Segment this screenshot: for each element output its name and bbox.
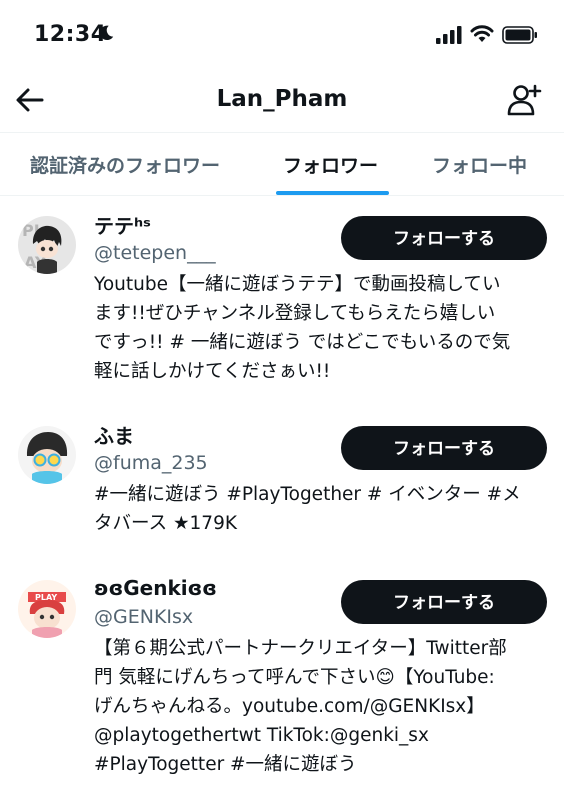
status-time: 12:34 bbox=[34, 22, 107, 47]
moon-icon bbox=[99, 25, 114, 41]
status-bar: 12:34 bbox=[0, 0, 564, 70]
bio-line: 軽に話しかけてくださぁい!! bbox=[94, 361, 331, 382]
avatar[interactable] bbox=[18, 426, 76, 484]
follow-button[interactable]: フォローする bbox=[341, 216, 547, 260]
user-handle: @GENKIsx bbox=[94, 606, 194, 628]
follower-tabs: 認証済みのフォロワー フォロワー フォロー中 bbox=[0, 132, 564, 196]
tab-verified-followers[interactable]: 認証済みのフォロワー bbox=[30, 151, 220, 178]
active-tab-indicator bbox=[276, 191, 389, 195]
bio-line: 門 気軽にげんちって呼んで下さい😊【YouTube: bbox=[94, 667, 495, 688]
bio-line: #一緒に遊ぼう #PlayTogether # イベンター #メ bbox=[94, 484, 521, 505]
bio-line: タバース ★179K bbox=[94, 513, 237, 534]
top-navigation: Lan_Pham bbox=[0, 70, 564, 132]
page-title: Lan_Pham bbox=[216, 86, 348, 112]
user-bio: #一緒に遊ぼう #PlayTogether # イベンター #メ タバース ★1… bbox=[94, 480, 546, 538]
battery-icon bbox=[502, 26, 537, 44]
user-bio: Youtube【一緒に遊ぼうテテ】で動画投稿してい ます!!ぜひチャンネル登録し… bbox=[94, 270, 546, 386]
tab-following[interactable]: フォロー中 bbox=[432, 151, 527, 178]
bio-line: @playtogethertwt TikTok:@genki_sx bbox=[94, 725, 429, 746]
bio-line: ます!!ぜひチャンネル登録してもらえたら嬉しい bbox=[94, 303, 496, 324]
user-bio: 【第６期公式パートナークリエイター】Twitter部 門 気軽にげんちって呼んで… bbox=[94, 634, 546, 779]
user-display-name[interactable]: テテʰˢ bbox=[94, 210, 151, 239]
add-user-icon[interactable] bbox=[506, 82, 542, 118]
follow-button[interactable]: フォローする bbox=[341, 580, 547, 624]
user-handle: @tetepen___ bbox=[94, 242, 216, 264]
bio-line: 【第６期公式パートナークリエイター】Twitter部 bbox=[94, 638, 507, 659]
user-handle: @fuma_235 bbox=[94, 452, 208, 474]
wifi-icon bbox=[470, 25, 494, 42]
user-display-name[interactable]: ふま bbox=[94, 420, 134, 449]
follow-button[interactable]: フォローする bbox=[341, 426, 547, 470]
user-display-name[interactable]: ʚɞGenkiɞɞ bbox=[94, 576, 217, 600]
signal-icon bbox=[436, 26, 462, 44]
tab-followers[interactable]: フォロワー bbox=[283, 151, 378, 178]
bio-line: げんちゃんねる。youtube.com/@GENKIsx】 bbox=[94, 696, 485, 717]
avatar[interactable]: PL AY bbox=[18, 216, 76, 274]
bio-line: ですっ!! # 一緒に遊ぼう ではどこでもいるので気 bbox=[94, 332, 511, 353]
avatar[interactable]: PLAY bbox=[18, 580, 76, 638]
bio-line: #PlayTogetter #一緒に遊ぼう bbox=[94, 754, 357, 775]
bio-line: Youtube【一緒に遊ぼうテテ】で動画投稿してい bbox=[94, 274, 501, 295]
